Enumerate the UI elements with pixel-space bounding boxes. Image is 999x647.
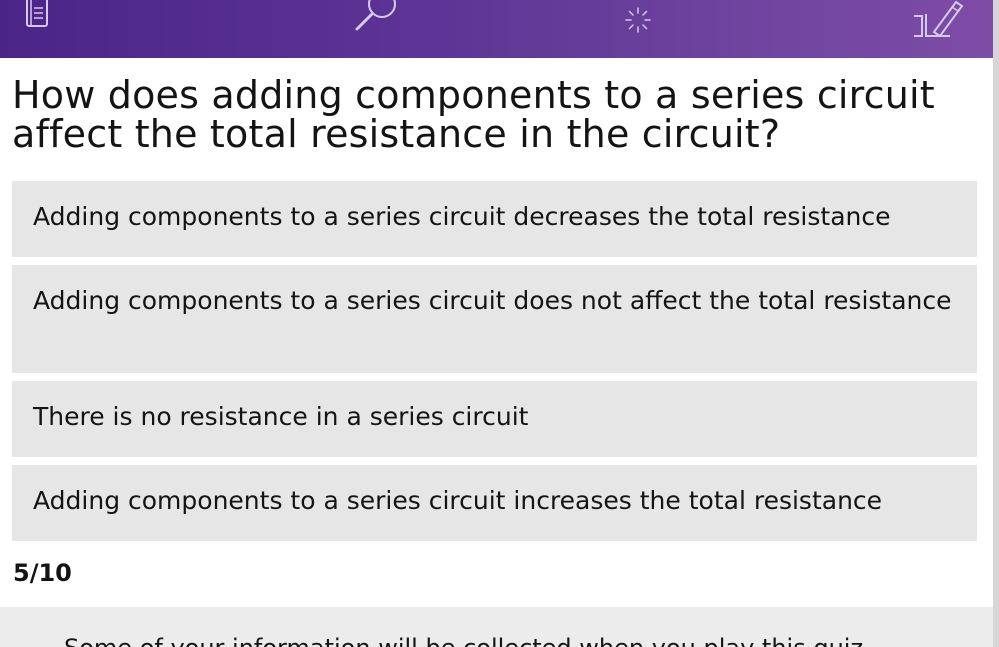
answer-option-1[interactable]: Adding components to a series circuit de… — [12, 181, 977, 257]
header-banner — [0, 0, 993, 58]
answer-option-3[interactable]: There is no resistance in a series circu… — [12, 381, 977, 457]
spark-icon — [624, 6, 652, 34]
magnifier-icon — [350, 0, 402, 36]
pen-icon — [910, 0, 970, 44]
question-text: How does adding components to a series c… — [12, 73, 935, 156]
answer-list: Adding components to a series circuit de… — [12, 181, 977, 549]
answer-option-2[interactable]: Adding components to a series circuit do… — [12, 265, 977, 373]
privacy-notice-text: Some of your information will be collect… — [64, 633, 863, 647]
answer-option-4[interactable]: Adding components to a series circuit in… — [12, 465, 977, 541]
quiz-page: How does adding components to a series c… — [0, 0, 999, 647]
question-progress: 5/10 — [13, 559, 72, 587]
privacy-notice: Some of your information will be collect… — [0, 607, 993, 647]
notebook-icon — [22, 0, 52, 32]
